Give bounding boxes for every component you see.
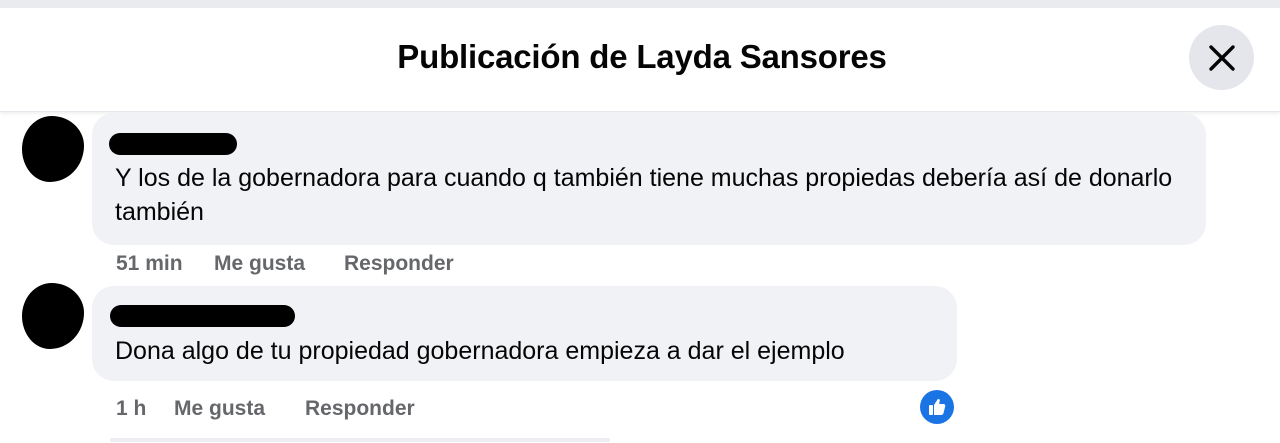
reply-button[interactable]: Responder	[344, 252, 454, 276]
close-icon	[1208, 44, 1235, 71]
comment-text: Dona algo de tu propiedad gobernadora em…	[115, 337, 845, 365]
header-top-strip	[0, 0, 1280, 8]
comment-text: Y los de la gobernadora para cuando q ta…	[115, 164, 1173, 226]
dialog-title: Publicación de Layda Sansores	[397, 38, 887, 75]
close-button[interactable]	[1189, 25, 1254, 90]
like-button[interactable]: Me gusta	[174, 397, 305, 421]
like-reaction-icon[interactable]	[920, 390, 954, 424]
comment-timestamp[interactable]: 1 h	[116, 397, 174, 421]
redacted-commenter-name[interactable]	[109, 133, 237, 155]
commenter-avatar[interactable]	[22, 116, 84, 182]
dialog-header: Publicación de Layda Sansores	[0, 0, 1280, 112]
redacted-commenter-name[interactable]	[110, 305, 295, 327]
next-comment-edge	[110, 438, 610, 442]
comment-actions: 1 h Me gusta Responder	[116, 397, 415, 421]
like-button[interactable]: Me gusta	[214, 252, 344, 276]
comment-timestamp[interactable]: 51 min	[116, 252, 214, 276]
comment-bubble: Y los de la gobernadora para cuando q ta…	[92, 113, 1206, 245]
comment-bubble: Dona algo de tu propiedad gobernadora em…	[92, 286, 957, 381]
reply-button[interactable]: Responder	[305, 397, 415, 421]
thumbs-up-icon	[929, 399, 946, 415]
commenter-avatar[interactable]	[22, 283, 84, 349]
comment-actions: 51 min Me gusta Responder	[116, 252, 454, 276]
